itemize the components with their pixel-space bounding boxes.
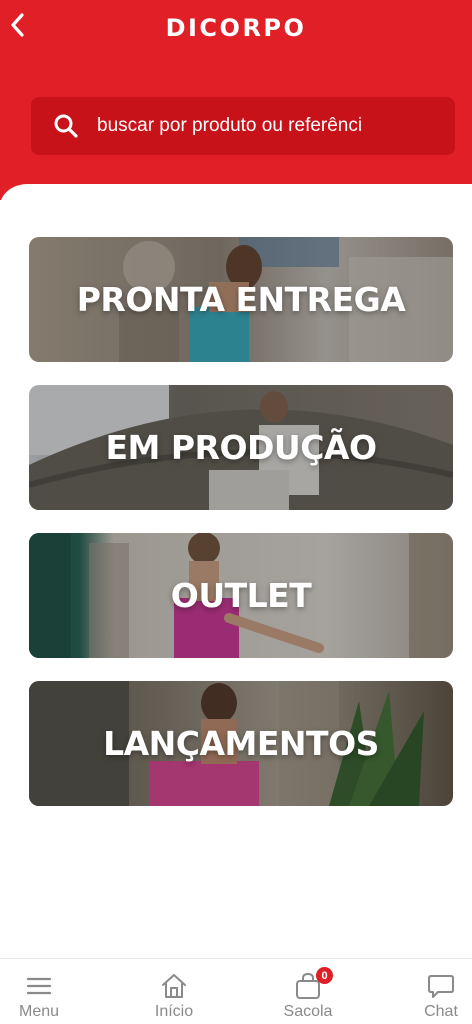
- app-screen: DICORPO buscar por produto ou referênci …: [0, 0, 472, 1024]
- category-card-lancamentos[interactable]: LANÇAMENTOS: [29, 681, 453, 806]
- search-bar[interactable]: [31, 97, 455, 155]
- search-icon: [54, 114, 78, 138]
- category-card-outlet[interactable]: OUTLET: [29, 533, 453, 658]
- chat-bubble-icon: [428, 975, 454, 998]
- category-card-pronta-entrega[interactable]: PRONTA ENTREGA: [29, 237, 453, 362]
- category-card-em-producao[interactable]: EM PRODUÇÃO: [29, 385, 453, 510]
- header: DICORPO: [0, 0, 472, 200]
- header-curve: [0, 184, 472, 224]
- nav-item-chat[interactable]: Chat: [410, 959, 472, 1024]
- category-label: LANÇAMENTOS: [103, 724, 379, 763]
- brand-logo: DICORPO: [165, 14, 307, 42]
- cart-count-badge: 0: [316, 967, 333, 984]
- nav-item-menu[interactable]: Menu: [0, 959, 78, 1024]
- home-icon: [162, 974, 186, 998]
- category-label: OUTLET: [170, 576, 312, 615]
- nav-label: Chat: [424, 1003, 458, 1020]
- nav-label: Sacola: [283, 1003, 333, 1020]
- category-label: PRONTA ENTREGA: [76, 280, 406, 319]
- nav-item-sacola[interactable]: 0 Sacola: [270, 959, 346, 1024]
- bottom-navigation: Menu Início 0 Sacola Chat: [0, 958, 472, 1024]
- category-label: EM PRODUÇÃO: [105, 428, 377, 467]
- search-input[interactable]: [97, 115, 417, 137]
- nav-label: Menu: [18, 1003, 60, 1020]
- hamburger-menu-icon: [26, 977, 52, 995]
- nav-label: Início: [154, 1003, 194, 1020]
- nav-item-inicio[interactable]: Início: [136, 959, 212, 1024]
